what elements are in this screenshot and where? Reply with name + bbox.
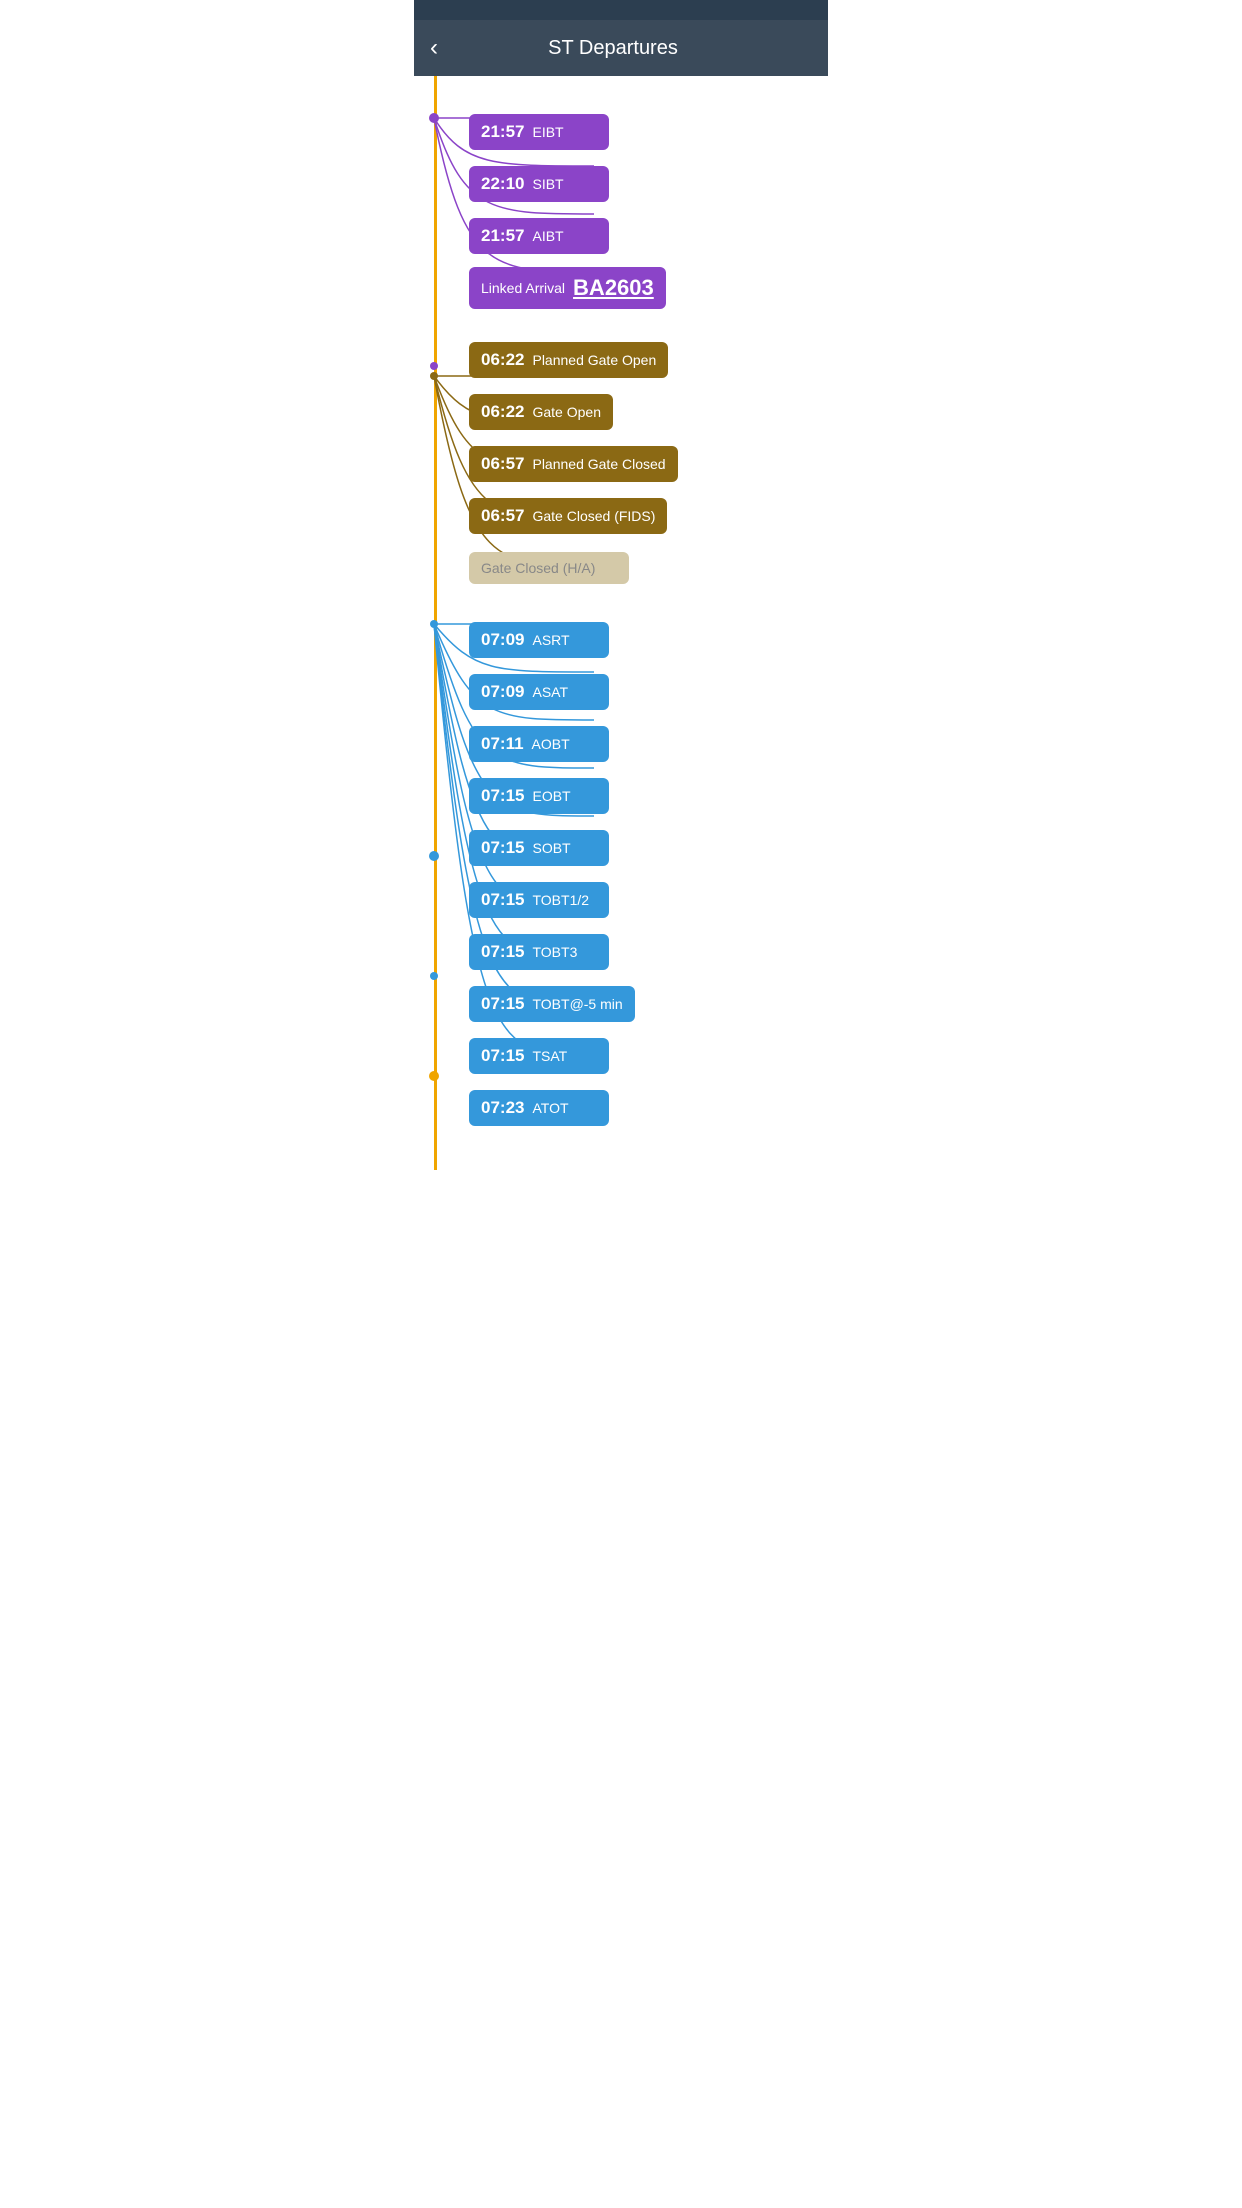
atot-label: ATOT xyxy=(532,1100,568,1116)
status-bar xyxy=(414,0,828,20)
go-label: Gate Open xyxy=(532,404,601,420)
list-item: 07:15 TOBT3 xyxy=(469,930,818,974)
sobt-time: 07:15 xyxy=(481,838,524,858)
tobt-5min-badge[interactable]: 07:15 TOBT@-5 min xyxy=(469,986,635,1022)
pgo-label: Planned Gate Open xyxy=(532,352,656,368)
asrt-badge[interactable]: 07:09 ASRT xyxy=(469,622,609,658)
tsat-badge[interactable]: 07:15 TSAT xyxy=(469,1038,609,1074)
aobt-time: 07:11 xyxy=(481,734,524,754)
go-time: 06:22 xyxy=(481,402,524,422)
asat-badge[interactable]: 07:09 ASAT xyxy=(469,674,609,710)
list-item: Linked Arrival BA2603 xyxy=(469,266,818,310)
spacer-blue xyxy=(469,598,818,610)
list-item: 21:57 AIBT xyxy=(469,214,818,258)
back-button[interactable]: ‹ xyxy=(430,34,438,62)
tobt3-time: 07:15 xyxy=(481,942,524,962)
tobt5-time: 07:15 xyxy=(481,994,524,1014)
aibt-time: 21:57 xyxy=(481,226,524,246)
list-item: 06:57 Planned Gate Closed xyxy=(469,442,818,486)
list-item: 07:11 AOBT xyxy=(469,722,818,766)
pgc-time: 06:57 xyxy=(481,454,524,474)
spacer-brown xyxy=(469,318,818,330)
sibt-label: SIBT xyxy=(532,176,563,192)
list-item: 22:10 SIBT xyxy=(469,162,818,206)
list-item: 07:23 ATOT xyxy=(469,1086,818,1130)
tobt12-label: TOBT1/2 xyxy=(532,892,589,908)
atot-time: 07:23 xyxy=(481,1098,524,1118)
list-item: 07:15 TOBT@-5 min xyxy=(469,982,818,1026)
gate-closed-ha-badge[interactable]: Gate Closed (H/A) xyxy=(469,552,629,584)
planned-gate-open-badge[interactable]: 06:22 Planned Gate Open xyxy=(469,342,668,378)
eobt-badge[interactable]: 07:15 EOBT xyxy=(469,778,609,814)
eibt-time: 21:57 xyxy=(481,122,524,142)
list-item: 07:15 EOBT xyxy=(469,774,818,818)
aibt-badge[interactable]: 21:57 AIBT xyxy=(469,218,609,254)
header: ‹ ST Departures xyxy=(414,20,828,76)
sibt-badge[interactable]: 22:10 SIBT xyxy=(469,166,609,202)
tobt5-label: TOBT@-5 min xyxy=(532,996,622,1012)
pgo-time: 06:22 xyxy=(481,350,524,370)
list-item: 07:09 ASAT xyxy=(469,670,818,714)
sobt-badge[interactable]: 07:15 SOBT xyxy=(469,830,609,866)
list-item: 07:15 TOBT1/2 xyxy=(469,878,818,922)
gate-closed-fids-badge[interactable]: 06:57 Gate Closed (FIDS) xyxy=(469,498,667,534)
aobt-badge[interactable]: 07:11 AOBT xyxy=(469,726,609,762)
linked-arrival-code: BA2603 xyxy=(573,275,654,301)
eobt-time: 07:15 xyxy=(481,786,524,806)
timeline-line xyxy=(434,76,437,1170)
aobt-label: AOBT xyxy=(532,736,570,752)
list-item: 06:22 Planned Gate Open xyxy=(469,338,818,382)
tsat-label: TSAT xyxy=(532,1048,567,1064)
eibt-label: EIBT xyxy=(532,124,563,140)
tobt3-badge[interactable]: 07:15 TOBT3 xyxy=(469,934,609,970)
list-item: Gate Closed (H/A) xyxy=(469,546,818,590)
linked-arrival-text: Linked Arrival xyxy=(481,280,565,296)
list-item: 06:22 Gate Open xyxy=(469,390,818,434)
asrt-label: ASRT xyxy=(532,632,569,648)
asrt-time: 07:09 xyxy=(481,630,524,650)
sobt-label: SOBT xyxy=(532,840,570,856)
asat-label: ASAT xyxy=(532,684,568,700)
items-list: 21:57 EIBT 22:10 SIBT 21:57 AIBT Linked … xyxy=(469,96,828,1150)
eibt-badge[interactable]: 21:57 EIBT xyxy=(469,114,609,150)
gate-open-badge[interactable]: 06:22 Gate Open xyxy=(469,394,613,430)
spacer xyxy=(414,96,469,1150)
tobt3-label: TOBT3 xyxy=(532,944,577,960)
linked-arrival-badge[interactable]: Linked Arrival BA2603 xyxy=(469,267,666,309)
aibt-label: AIBT xyxy=(532,228,563,244)
content-area: 21:57 EIBT 22:10 SIBT 21:57 AIBT Linked … xyxy=(414,76,828,1170)
planned-gate-closed-badge[interactable]: 06:57 Planned Gate Closed xyxy=(469,446,678,482)
tobt12-time: 07:15 xyxy=(481,890,524,910)
list-item: 06:57 Gate Closed (FIDS) xyxy=(469,494,818,538)
asat-time: 07:09 xyxy=(481,682,524,702)
list-item: 07:15 TSAT xyxy=(469,1034,818,1078)
gcf-label: Gate Closed (FIDS) xyxy=(532,508,655,524)
tsat-time: 07:15 xyxy=(481,1046,524,1066)
list-item: 21:57 EIBT xyxy=(469,110,818,154)
pgc-label: Planned Gate Closed xyxy=(532,456,665,472)
list-item: 07:15 SOBT xyxy=(469,826,818,870)
atot-badge[interactable]: 07:23 ATOT xyxy=(469,1090,609,1126)
eobt-label: EOBT xyxy=(532,788,570,804)
gcf-time: 06:57 xyxy=(481,506,524,526)
list-item: 07:09 ASRT xyxy=(469,618,818,662)
tobt12-badge[interactable]: 07:15 TOBT1/2 xyxy=(469,882,609,918)
page-title: ST Departures xyxy=(454,37,772,60)
sibt-time: 22:10 xyxy=(481,174,524,194)
